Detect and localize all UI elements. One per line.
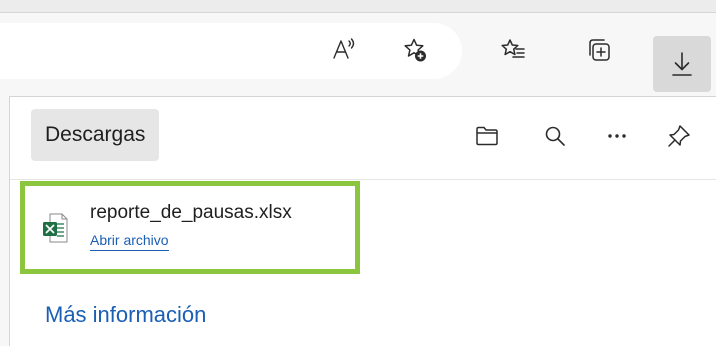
read-aloud-icon[interactable] (324, 30, 364, 70)
search-icon[interactable] (538, 119, 572, 153)
more-icon[interactable] (600, 119, 634, 153)
download-item[interactable]: reporte_de_pausas.xlsx Abrir archivo (20, 181, 360, 274)
downloads-title[interactable]: Descargas (31, 109, 160, 161)
address-bar[interactable] (0, 23, 462, 79)
folder-icon[interactable] (470, 119, 504, 153)
excel-file-icon (43, 213, 68, 243)
favorites-icon[interactable] (493, 30, 533, 70)
download-icon (672, 52, 692, 76)
window-top-strip (0, 0, 716, 13)
pin-icon[interactable] (662, 119, 696, 153)
open-file-link[interactable]: Abrir archivo (90, 232, 169, 251)
downloads-panel: Descargas reporte_de_pausas.xlsx Abrir a… (9, 96, 716, 346)
add-favorite-icon[interactable] (395, 30, 435, 70)
collections-icon[interactable] (579, 30, 619, 70)
downloads-panel-header: Descargas (10, 97, 716, 180)
downloads-button[interactable] (653, 36, 711, 92)
download-file-name[interactable]: reporte_de_pausas.xlsx (90, 202, 292, 224)
more-info-link[interactable]: Más información (45, 302, 206, 328)
browser-toolbar (0, 13, 716, 98)
